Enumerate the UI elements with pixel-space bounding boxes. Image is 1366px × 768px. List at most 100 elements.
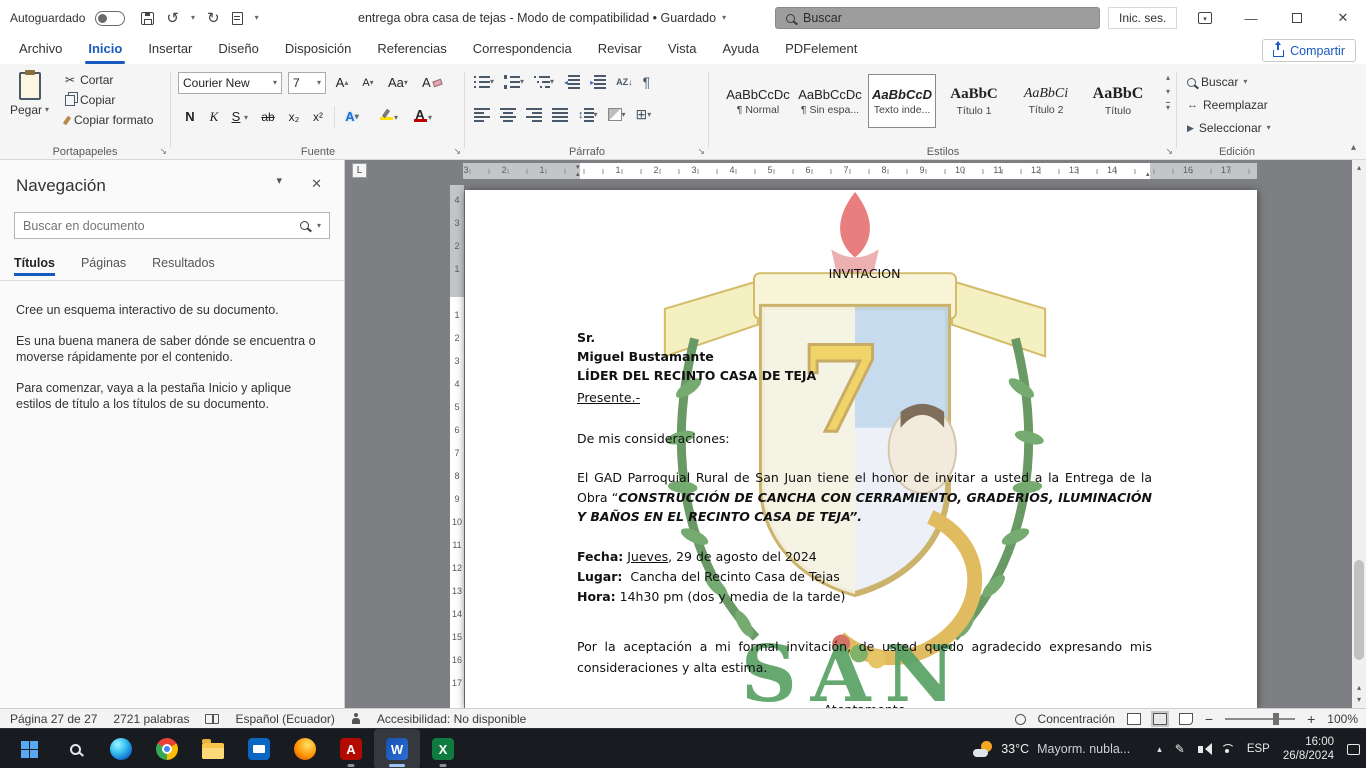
tab-archivo[interactable]: Archivo [6, 36, 75, 64]
decrease-indent-button[interactable]: ◂ [564, 75, 580, 89]
scrollbar-thumb[interactable] [1354, 560, 1364, 660]
next-page-icon[interactable]: ▾ [1352, 695, 1366, 704]
nav-tab-titulos[interactable]: Títulos [14, 256, 55, 270]
qat-customize-icon[interactable]: ▾ [255, 14, 259, 22]
start-button[interactable] [6, 729, 52, 768]
subscript-button[interactable]: x₂ [284, 106, 304, 127]
paragraph-dialog-launcher-icon[interactable]: ↘ [697, 146, 705, 157]
tab-pdfelement[interactable]: PDFelement [772, 36, 870, 64]
tab-disposicion[interactable]: Disposición [272, 36, 364, 64]
paste-button[interactable]: Pegar▾ [10, 66, 49, 117]
nav-search-icon[interactable] [300, 221, 309, 230]
notifications-icon[interactable] [1347, 744, 1360, 755]
edge-app[interactable] [98, 729, 144, 768]
style-sin-espaciado[interactable]: AaBbCcDc ¶ Sin espa... [796, 74, 864, 128]
italic-button[interactable]: K [204, 106, 224, 127]
close-button[interactable]: ✕ [1320, 0, 1366, 36]
cut-button[interactable]: ✂Cortar [62, 70, 156, 90]
justify-button[interactable] [552, 108, 568, 122]
chrome-app[interactable] [144, 729, 190, 768]
select-button[interactable]: ▶ Seleccionar ▾ [1184, 118, 1274, 138]
highlight-chevron-icon[interactable]: ▾ [394, 114, 398, 122]
align-right-button[interactable] [526, 108, 542, 122]
hanging-indent-marker[interactable]: ▴ [576, 171, 580, 178]
format-painter-button[interactable]: Copiar formato [62, 110, 156, 130]
restore-button[interactable] [1274, 0, 1320, 36]
show-marks-button[interactable]: ¶ [643, 74, 651, 90]
shading-button[interactable]: ▾ [608, 108, 626, 121]
tab-inicio[interactable]: Inicio [75, 36, 135, 64]
change-case-button[interactable]: Aa▾ [386, 72, 410, 93]
copy-button[interactable]: Copiar [62, 90, 156, 110]
zoom-slider-thumb[interactable] [1273, 713, 1279, 725]
borders-button[interactable]: ⊞▾ [636, 106, 652, 123]
taskbar-search-button[interactable] [52, 729, 98, 768]
proofing-icon[interactable] [205, 714, 219, 724]
font-color-chevron-icon[interactable]: ▾ [428, 114, 432, 122]
file-explorer-app[interactable] [190, 729, 236, 768]
nav-tab-paginas[interactable]: Páginas [81, 256, 126, 270]
align-left-button[interactable] [474, 108, 490, 122]
nav-pane-close-icon[interactable]: ✕ [311, 176, 322, 192]
find-button[interactable]: Buscar ▾ [1184, 72, 1250, 92]
underline-chevron-icon[interactable]: ▾ [244, 114, 248, 122]
style-normal[interactable]: AaBbCcDc ¶ Normal [724, 74, 792, 128]
clipboard-dialog-launcher-icon[interactable]: ↘ [159, 146, 167, 157]
undo-icon[interactable]: ↺ [166, 9, 179, 27]
font-color-button[interactable]: A [410, 104, 430, 125]
print-layout-button[interactable] [1153, 713, 1167, 725]
word-app[interactable]: W [374, 729, 420, 768]
redo-icon[interactable]: ↻ [207, 9, 220, 27]
text-effects-button[interactable]: A▾ [342, 106, 362, 127]
clear-formatting-button[interactable]: A [420, 72, 444, 93]
nav-pane-chevron-icon[interactable]: ▾ [276, 176, 282, 187]
font-size-select[interactable]: 7▾ [288, 72, 326, 94]
minimize-button[interactable]: — [1228, 0, 1274, 36]
volume-icon[interactable] [1198, 746, 1203, 753]
styles-dialog-launcher-icon[interactable]: ↘ [1165, 146, 1173, 157]
nav-search-chevron-icon[interactable]: ▾ [317, 222, 321, 230]
highlight-color-button[interactable] [376, 104, 396, 125]
firefox-app[interactable] [282, 729, 328, 768]
language-indicator[interactable]: Español (Ecuador) [235, 712, 334, 726]
styles-scroll-down-icon[interactable]: ▾ [1166, 88, 1170, 96]
clock[interactable]: 16:00 26/8/2024 [1283, 735, 1334, 763]
tab-referencias[interactable]: Referencias [364, 36, 459, 64]
ribbon-display-options-button[interactable]: ▾ [1182, 0, 1228, 36]
bullets-button[interactable]: ▾ [474, 75, 494, 89]
styles-gallery-more-icon[interactable]: ▾ [1166, 102, 1170, 112]
font-dialog-launcher-icon[interactable]: ↘ [453, 146, 461, 157]
first-line-indent-marker[interactable]: ▾ [576, 164, 580, 171]
styles-scroll-up-icon[interactable]: ▴ [1166, 74, 1170, 82]
style-titulo[interactable]: AaBbC Título [1084, 74, 1152, 128]
touch-mode-icon[interactable] [232, 12, 243, 25]
previous-page-icon[interactable]: ▴ [1352, 683, 1366, 692]
style-titulo-2[interactable]: AaBbCi Título 2 [1012, 74, 1080, 128]
focus-mode-button[interactable]: Concentración [1038, 712, 1115, 726]
tab-correspondencia[interactable]: Correspondencia [460, 36, 585, 64]
underline-button[interactable]: S [226, 106, 246, 127]
mail-app[interactable] [236, 729, 282, 768]
tab-vista[interactable]: Vista [655, 36, 710, 64]
acrobat-app[interactable]: A [328, 729, 374, 768]
title-chevron-icon[interactable]: ▾ [722, 14, 726, 22]
scroll-up-icon[interactable]: ▴ [1352, 163, 1366, 172]
undo-chevron-icon[interactable]: ▾ [191, 14, 195, 22]
search-box[interactable]: Buscar [775, 7, 1100, 29]
read-mode-button[interactable] [1127, 713, 1141, 725]
tab-diseno[interactable]: Diseño [205, 36, 271, 64]
hidden-icons-chevron-icon[interactable]: ▴ [1157, 744, 1162, 755]
sign-in-button[interactable]: Inic. ses. [1108, 7, 1177, 29]
zoom-in-button[interactable]: + [1307, 711, 1315, 727]
save-icon[interactable] [141, 12, 154, 25]
grow-font-button[interactable]: A▴ [332, 72, 352, 93]
language-switcher[interactable]: ESP [1247, 743, 1270, 755]
page-indicator[interactable]: Página 27 de 27 [10, 712, 97, 726]
superscript-button[interactable]: x² [308, 106, 328, 127]
increase-indent-button[interactable]: ▸ [590, 75, 606, 89]
strikethrough-button[interactable]: ab [258, 106, 278, 127]
word-count[interactable]: 2721 palabras [113, 712, 189, 726]
collapse-ribbon-icon[interactable]: ▴ [1351, 143, 1356, 153]
shrink-font-button[interactable]: A▾ [358, 72, 378, 93]
tab-insertar[interactable]: Insertar [135, 36, 205, 64]
